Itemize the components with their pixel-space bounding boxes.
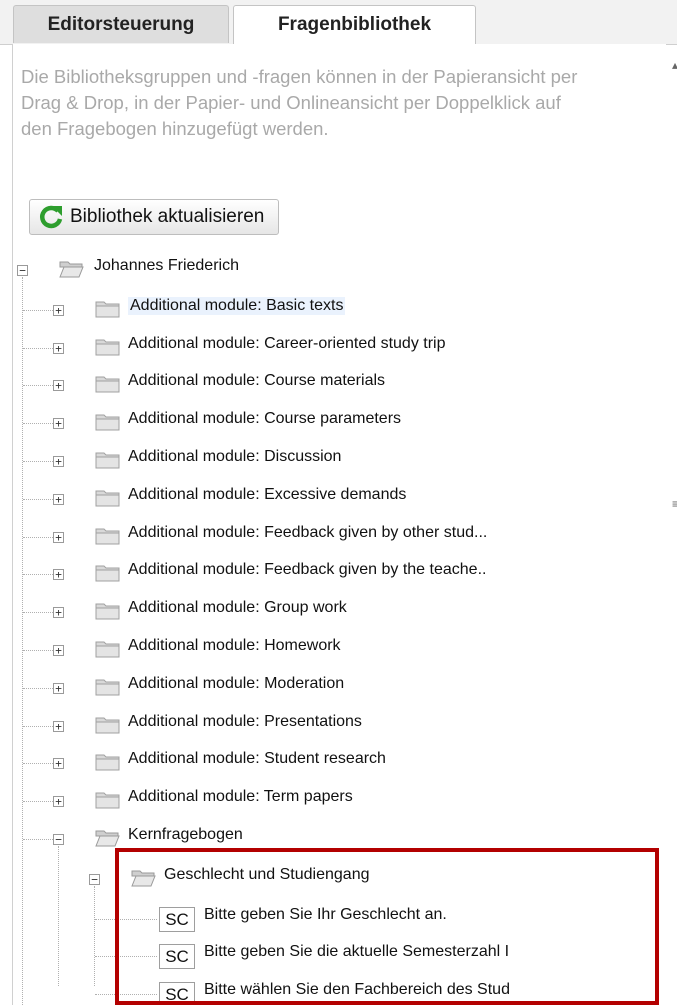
tree-connector (23, 801, 53, 803)
tree-connector (95, 918, 157, 920)
tree-node-module[interactable]: Additional module: Excessive demands (128, 486, 406, 504)
folder-icon (95, 717, 120, 734)
tree-connector (23, 574, 53, 576)
tree-connector (23, 650, 53, 651)
tree-connector (23, 612, 53, 614)
scroll-up-icon[interactable]: ▴ (672, 58, 677, 72)
tree-node-module[interactable]: Additional module: Group work (128, 599, 347, 617)
folder-icon (95, 603, 120, 620)
tree-connector (95, 994, 157, 996)
module-expand-button[interactable]: + (53, 758, 64, 770)
question-type-badge: SC (159, 944, 195, 970)
folder-open-icon (59, 261, 84, 278)
module-expand-button[interactable]: + (53, 607, 64, 619)
tree-connector (23, 536, 53, 538)
tree-node-module[interactable]: Additional module: Moderation (128, 675, 344, 693)
tree-connector (23, 725, 53, 727)
folder-icon (95, 490, 120, 507)
folder-icon (95, 792, 120, 809)
folder-icon (95, 339, 120, 356)
tree-connector (95, 956, 157, 958)
tree-node-module[interactable]: Additional module: Course parameters (128, 410, 401, 428)
module-expand-button[interactable]: + (53, 645, 64, 656)
tree-node-question[interactable]: Bitte geben Sie Ihr Geschlecht an. (204, 906, 447, 924)
module-expand-button[interactable]: + (53, 720, 64, 732)
tree-node-module[interactable]: Additional module: Career-oriented study… (128, 335, 446, 353)
module-expand-button[interactable]: + (53, 569, 64, 581)
module-expand-button[interactable]: + (53, 380, 64, 392)
tab-bar: Editorsteuerung Fragenbibliothek (0, 0, 677, 45)
module-expand-button[interactable]: + (53, 418, 64, 430)
tree-node-module[interactable]: Additional module: Homework (128, 637, 341, 655)
tree-node-question[interactable]: Bitte geben Sie die aktuelle Semesterzah… (204, 943, 509, 961)
module-expand-button[interactable]: + (53, 342, 64, 354)
library-tree: − Johannes Friederich + Additional module: … (13, 44, 666, 1005)
group-collapse-button[interactable]: − (89, 873, 100, 885)
tree-connector (23, 423, 53, 425)
module-expand-button[interactable]: + (53, 682, 64, 694)
tree-node-module[interactable]: Additional module: Feedback given by the… (128, 561, 486, 579)
root-collapse-button[interactable]: − (17, 265, 28, 276)
tree-node-module[interactable]: Additional module: Feedback given by oth… (128, 524, 487, 542)
module-expand-button[interactable]: + (53, 531, 64, 543)
module-expand-button[interactable]: + (53, 304, 64, 316)
folder-open-icon (95, 830, 120, 847)
tree-node-question[interactable]: Bitte wählen Sie den Fachbereich des Stu… (204, 981, 510, 999)
tree-node-group[interactable]: Geschlecht und Studiengang (164, 866, 369, 884)
module-expand-button[interactable]: + (53, 456, 64, 467)
question-type-badge: SC (159, 906, 195, 932)
scroll-grip-icon[interactable]: ≡ (672, 497, 677, 511)
folder-icon (95, 679, 120, 696)
folder-icon (95, 414, 120, 431)
tree-connector (23, 347, 53, 349)
question-type-badge: SC (159, 982, 195, 1005)
folder-icon (95, 754, 120, 771)
tree-node-module[interactable]: Additional module: Term papers (128, 788, 353, 806)
folder-icon (95, 452, 120, 469)
tree-node-module[interactable]: Additional module: Presentations (128, 713, 362, 731)
tree-node-module[interactable]: Additional module: Course materials (128, 372, 385, 390)
tree-node-module[interactable]: Additional module: Discussion (128, 448, 341, 466)
tree-connector (23, 385, 53, 387)
folder-icon (95, 565, 120, 582)
core-collapse-button[interactable]: − (53, 834, 64, 845)
folder-open-icon (131, 870, 156, 887)
folder-icon (95, 641, 120, 658)
folder-icon (95, 301, 120, 318)
tree-node-root[interactable]: Johannes Friederich (94, 257, 239, 275)
tree-guide-line (58, 846, 59, 986)
tree-guide-line (94, 885, 95, 986)
tree-connector (23, 498, 53, 500)
tree-connector (23, 687, 53, 689)
tree-node-module[interactable]: Additional module: Student research (128, 750, 386, 768)
tree-connector (23, 839, 53, 840)
tree-node-module[interactable]: Additional module: Basic texts (128, 296, 346, 315)
module-expand-button[interactable]: + (53, 796, 64, 808)
module-expand-button[interactable]: + (53, 493, 64, 505)
folder-icon (95, 376, 120, 393)
folder-icon (95, 528, 120, 545)
tree-connector (23, 309, 53, 311)
tree-connector (23, 461, 53, 462)
library-panel: Die Bibliotheksgruppen und -fragen könne… (12, 44, 666, 1005)
tab-editorsteuerung[interactable]: Editorsteuerung (13, 5, 229, 43)
tab-fragenbibliothek[interactable]: Fragenbibliothek (233, 5, 476, 45)
tree-connector (23, 763, 53, 765)
tree-node-core[interactable]: Kernfragebogen (128, 826, 243, 844)
